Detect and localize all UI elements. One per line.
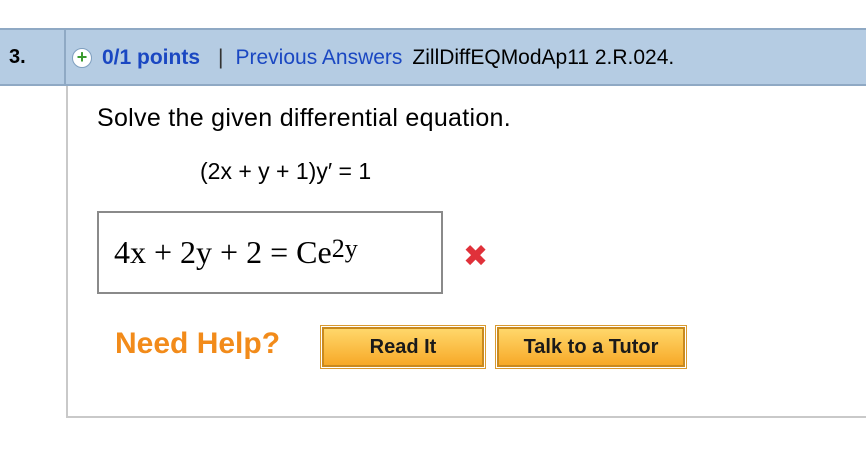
plus-icon[interactable]: + <box>72 48 92 68</box>
question-instruction: Solve the given differential equation. <box>97 104 511 132</box>
talk-to-tutor-button[interactable]: Talk to a Tutor <box>496 326 686 368</box>
answer-input[interactable]: 4x + 2y + 2 = Ce 2y <box>97 211 443 294</box>
points-label: 0/1 points <box>102 46 201 69</box>
header-row: + 0/1 points | Previous Answers ZillDiff… <box>72 44 674 72</box>
read-it-button[interactable]: Read It <box>321 326 485 368</box>
question-equation: (2x + y + 1)y′ = 1 <box>200 158 372 184</box>
separator: | <box>218 46 224 69</box>
need-help-label: Need Help? <box>115 327 281 360</box>
question-header: 3. + 0/1 points | Previous Answers ZillD… <box>0 28 866 86</box>
question-id: ZillDiffEQModAp11 2.R.024. <box>412 46 675 69</box>
answer-exponent: 2y <box>331 233 358 263</box>
previous-answers-link[interactable]: Previous Answers <box>236 46 403 70</box>
x-icon: ✖ <box>463 240 489 273</box>
answer-text: 4x + 2y + 2 = Ce <box>114 234 332 270</box>
question-number: 3. <box>0 30 66 84</box>
